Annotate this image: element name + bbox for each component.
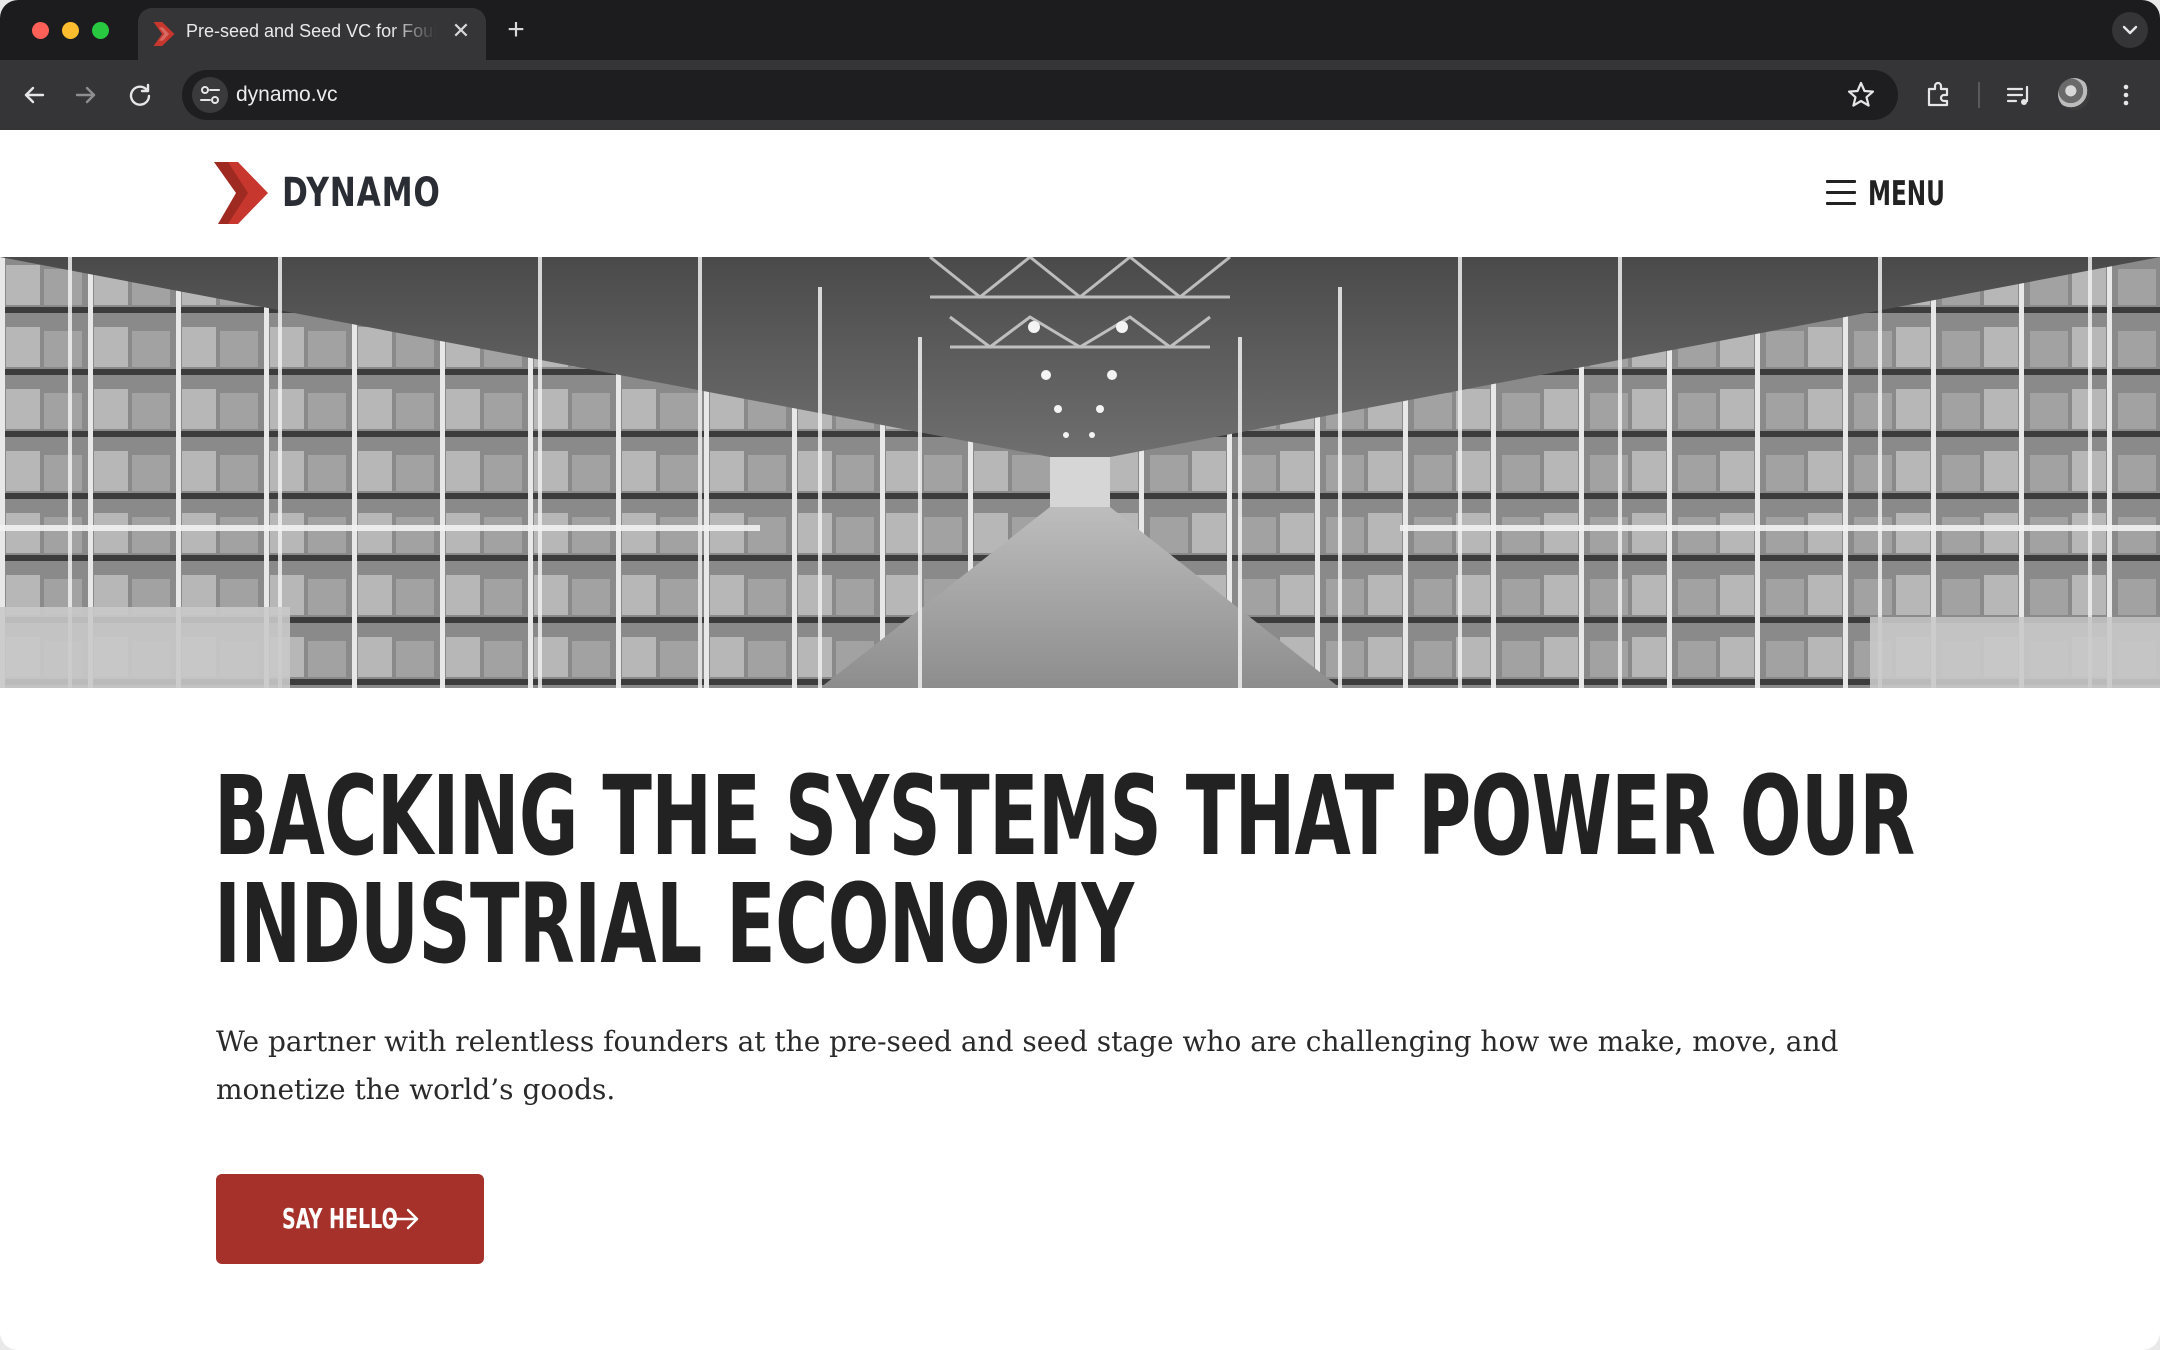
- cta-label: SAY HELLO: [282, 1202, 398, 1235]
- reload-icon[interactable]: [122, 77, 158, 113]
- active-tab[interactable]: Pre-seed and Seed VC for Founders ✕: [138, 8, 486, 60]
- url-text[interactable]: dynamo.vc: [236, 70, 338, 120]
- tab-search-button[interactable]: [2112, 12, 2148, 48]
- logo-wordmark: DYNAMO: [282, 170, 441, 216]
- media-control-icon[interactable]: [2000, 77, 2036, 113]
- hero-subhead: We partner with relentless founders at t…: [216, 1025, 1839, 1106]
- web-page: DYNAMO MENU BACKING THE SYSTEMS THAT POW…: [0, 130, 2160, 1350]
- dynamo-logo-icon: [214, 162, 268, 224]
- browser-window: Pre-seed and Seed VC for Founders ✕ +: [0, 0, 2160, 1350]
- tab-title: Pre-seed and Seed VC for Founders: [186, 21, 436, 41]
- close-window-button[interactable]: [32, 22, 49, 39]
- tab-close-icon[interactable]: ✕: [448, 18, 474, 44]
- zoom-window-button[interactable]: [92, 22, 109, 39]
- hero-headline: BACKING THE SYSTEMS THAT POWER OUR INDUS…: [214, 752, 1915, 988]
- site-info-button[interactable]: [192, 77, 228, 113]
- more-menu-icon[interactable]: [2108, 77, 2144, 113]
- say-hello-button[interactable]: SAY HELLO: [216, 1174, 484, 1264]
- dynamo-logo-icon: [153, 22, 175, 46]
- menu-button[interactable]: MENU: [1826, 174, 1945, 214]
- back-arrow-icon[interactable]: [16, 77, 52, 113]
- new-tab-button[interactable]: +: [502, 12, 530, 48]
- menu-label: MENU: [1868, 174, 1945, 214]
- tab-search-icon: [2122, 25, 2138, 35]
- tab-strip: Pre-seed and Seed VC for Founders ✕ +: [0, 0, 2160, 60]
- hamburger-icon: [1826, 180, 1856, 206]
- address-bar[interactable]: dynamo.vc: [182, 70, 1898, 120]
- minimize-window-button[interactable]: [62, 22, 79, 39]
- arrow-right-icon: [388, 1208, 419, 1230]
- site-logo[interactable]: DYNAMO: [214, 162, 454, 226]
- forward-arrow-icon[interactable]: [68, 77, 104, 113]
- warehouse-aisle-photo: [0, 257, 2160, 688]
- site-info-icon: [200, 86, 220, 104]
- extensions-icon[interactable]: [1920, 77, 1956, 113]
- toolbar-separator: [1978, 82, 1980, 108]
- profile-avatar[interactable]: [2058, 78, 2090, 110]
- browser-toolbar: dynamo.vc: [0, 60, 2160, 130]
- star-icon[interactable]: [1844, 78, 1878, 112]
